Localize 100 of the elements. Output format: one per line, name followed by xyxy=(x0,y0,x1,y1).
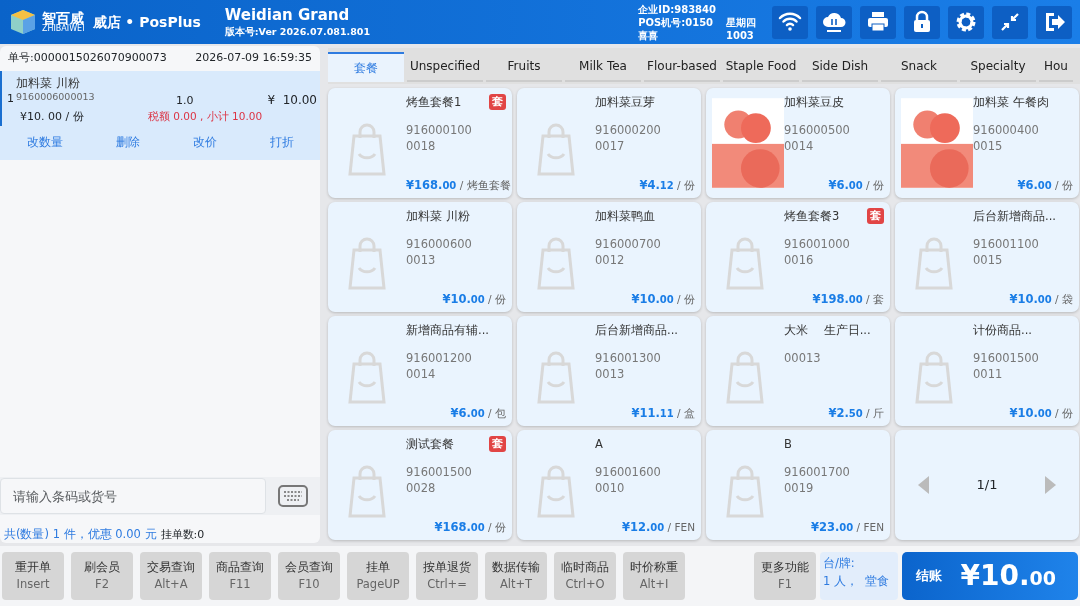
product-card[interactable]: A 9160016000010 ¥12.00 / FEN xyxy=(517,430,701,540)
product-name: A xyxy=(595,436,603,453)
action-link[interactable]: 改价 xyxy=(191,132,218,153)
category-tab[interactable]: Milk Tea xyxy=(565,52,641,82)
store-name: Weidian Grand xyxy=(224,7,351,23)
product-card[interactable]: 烤鱼套餐1 套 9160001000018 ¥168.00 / 烤鱼套餐 xyxy=(328,88,512,198)
product-name: 烤鱼套餐1 xyxy=(406,94,462,111)
printer-button[interactable] xyxy=(860,5,896,39)
item-index: 1 xyxy=(7,90,14,107)
product-card[interactable]: 新增商品有辅... 9160012000014 ¥6.00 / 包 xyxy=(328,316,512,426)
product-card[interactable]: 测试套餐 套 9160015000028 ¥168.00 / 份 xyxy=(328,430,512,540)
function-button[interactable]: 时价称重 Alt+I xyxy=(623,552,685,600)
checkout-button[interactable]: 结账 ¥10.00 xyxy=(902,552,1078,600)
collapse-button[interactable] xyxy=(992,5,1028,39)
category-tab[interactable]: Unspecified xyxy=(407,52,483,82)
function-button[interactable]: 挂单 PageUP xyxy=(347,552,409,600)
product-price: ¥168.00 / 份 xyxy=(433,518,506,536)
product-card[interactable]: 加料菜 川粉 9160006000013 ¥10.00 / 份 xyxy=(328,202,512,312)
product-price: ¥4.12 / 份 xyxy=(638,176,695,194)
product-price: ¥10.00 / 袋 xyxy=(1008,290,1073,308)
product-price: ¥10.00 / 份 xyxy=(441,290,506,308)
product-code: 9160011000015 xyxy=(973,237,1040,269)
product-card[interactable]: 计份商品... 9160015000011 ¥10.00 / 份 xyxy=(895,316,1079,426)
product-name: 加料菜 川粉 xyxy=(406,208,470,225)
category-tab[interactable]: Snack xyxy=(881,52,957,82)
product-code: 00013 xyxy=(784,351,822,367)
category-tab[interactable]: 套餐 xyxy=(328,52,404,82)
function-button[interactable]: 更多功能 F1 xyxy=(754,552,816,600)
category-tab[interactable]: Side Dish xyxy=(802,52,878,82)
product-code: 9160006000013 xyxy=(406,237,473,269)
item-name: 加料菜 川粉 xyxy=(16,74,80,92)
product-name: B xyxy=(784,436,792,453)
product-name: 烤鱼套餐3 xyxy=(784,208,840,225)
order-summary: 共(数量) 1 件，优惠 0.00 元 xyxy=(4,525,157,543)
product-code: 9160005000014 xyxy=(784,123,851,155)
product-name: 加料菜 午餐肉 xyxy=(973,94,1049,111)
order-number: 单号:0000015026070900073 xyxy=(8,50,167,66)
version-text: 版本号:Ver 2026.07.081.801 xyxy=(224,26,370,37)
order-time: 2026-07-09 16:59:35 xyxy=(195,50,312,66)
dine-info: 1 人， 堂食 xyxy=(823,573,891,591)
product-code: 9160001000018 xyxy=(406,123,473,155)
function-button[interactable]: 商品查询 F11 xyxy=(209,552,271,600)
product-code: 9160007000012 xyxy=(595,237,662,269)
product-price: ¥198.00 / 套 xyxy=(811,290,884,308)
category-tab[interactable]: Staple Food xyxy=(723,52,799,82)
function-button[interactable]: 数据传输 Alt+T xyxy=(485,552,547,600)
table-label: 台/牌: xyxy=(823,555,856,572)
product-card[interactable]: 后台新增商品... 9160013000013 ¥11.11 / 盒 xyxy=(517,316,701,426)
product-name: 威店 • PosPlus xyxy=(92,12,201,32)
category-tab[interactable]: Flour-based xyxy=(644,52,720,82)
function-button[interactable]: 按单退货 Ctrl+= xyxy=(416,552,478,600)
product-card[interactable]: 加料菜 午餐肉 9160004000015 ¥6.00 / 份 xyxy=(895,88,1079,198)
category-tab[interactable]: Hou xyxy=(1039,52,1073,82)
product-code: 9160016000010 xyxy=(595,465,662,497)
product-card[interactable]: 加料菜豆芽 9160002000017 ¥4.12 / 份 xyxy=(517,88,701,198)
category-tab[interactable]: Specialty xyxy=(960,52,1036,82)
settings-button[interactable] xyxy=(948,5,984,39)
page-indicator: 1/1 xyxy=(976,476,998,495)
product-name: 后台新增商品... xyxy=(973,208,1056,225)
product-name: 加料菜豆芽 xyxy=(595,94,655,111)
function-button[interactable]: 交易查询 Alt+A xyxy=(140,552,202,600)
barcode-field[interactable]: 请输入条码或货号 xyxy=(0,478,266,514)
item-amount: ¥ 10.00 xyxy=(267,91,317,109)
product-card[interactable]: 后台新增商品... 9160011000015 ¥10.00 / 袋 xyxy=(895,202,1079,312)
product-name: 计份商品... xyxy=(973,322,1032,339)
product-card[interactable]: B 9160017000019 ¥23.00 / FEN xyxy=(706,430,890,540)
product-card[interactable]: 加料菜鸭血 9160007000012 ¥10.00 / 份 xyxy=(517,202,701,312)
product-code: 9160017000019 xyxy=(784,465,851,497)
cashier-number: 1003 xyxy=(726,28,755,42)
product-name: 新增商品有辅... xyxy=(406,322,489,339)
function-button[interactable]: 刷会员 F2 xyxy=(71,552,133,600)
product-name: 测试套餐 xyxy=(406,436,454,453)
product-price: ¥11.11 / 盒 xyxy=(630,404,695,422)
cloud-sync-button[interactable] xyxy=(816,5,852,39)
lock-button[interactable] xyxy=(904,5,940,39)
action-link[interactable]: 打折 xyxy=(268,132,295,153)
keyboard-icon[interactable] xyxy=(278,485,308,507)
cashier-name: 喜喜 xyxy=(638,28,660,42)
product-code: 9160015000028 xyxy=(406,465,473,497)
product-price: ¥6.00 / 份 xyxy=(1016,176,1073,194)
action-link[interactable]: 删除 xyxy=(114,132,141,153)
exit-button[interactable] xyxy=(1036,5,1072,39)
function-button[interactable]: 会员查询 F10 xyxy=(278,552,340,600)
function-button[interactable]: 临时商品 Ctrl+O xyxy=(554,552,616,600)
pos-number: POS机号:0150 xyxy=(638,15,715,29)
product-name: 后台新增商品... xyxy=(595,322,678,339)
combo-badge: 套 xyxy=(867,208,884,225)
product-card[interactable]: 加料菜豆皮 9160005000014 ¥6.00 / 份 xyxy=(706,88,890,198)
product-card[interactable]: 大米 生产日... 00013 ¥2.50 / 斤 xyxy=(706,316,890,426)
product-price: ¥12.00 / FEN xyxy=(620,518,695,536)
product-card[interactable]: 烤鱼套餐3 套 9160010000016 ¥198.00 / 套 xyxy=(706,202,890,312)
product-code: 9160002000017 xyxy=(595,123,662,155)
logo-icon xyxy=(8,7,38,37)
action-link[interactable]: 改数量 xyxy=(25,132,64,153)
product-price: ¥2.50 / 斤 xyxy=(827,404,884,422)
product-name: 大米 生产日... xyxy=(784,322,871,339)
category-tab[interactable]: Fruits xyxy=(486,52,562,82)
function-button[interactable]: 重开单 Insert xyxy=(2,552,64,600)
wifi-button[interactable] xyxy=(772,5,808,39)
product-code: 9160013000013 xyxy=(595,351,662,383)
